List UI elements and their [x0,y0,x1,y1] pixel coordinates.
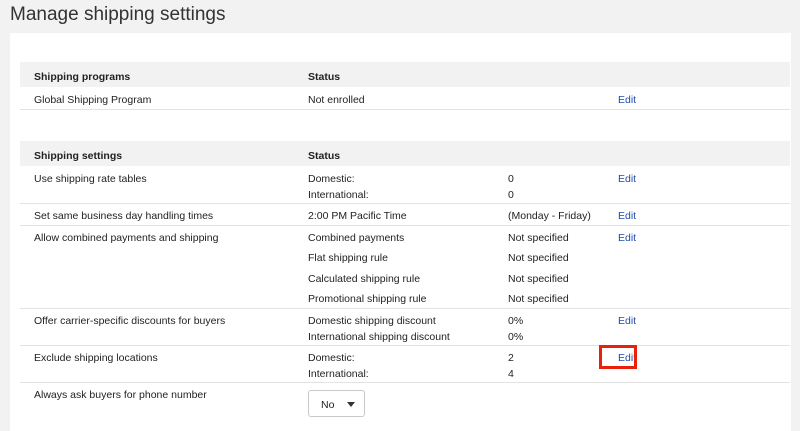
setting-name: Set same business day handling times [34,210,214,222]
setting-name: Allow combined payments and shipping [34,232,219,244]
setting-name: Exclude shipping locations [34,352,158,364]
setting-name: Offer carrier-specific discounts for buy… [34,315,226,327]
setting-name: Always ask buyers for phone number [34,389,207,401]
setting-label: 2:00 PM Pacific Time [308,210,407,222]
setting-label: International: [308,368,369,380]
setting-label: Calculated shipping rule [308,273,421,285]
edit-highlight-box [599,345,637,369]
setting-value: 4 [508,368,514,380]
programs-header: Shipping programs Status [20,62,790,87]
edit-combined-link[interactable]: Edit [618,232,636,244]
setting-label: International shipping discount [308,331,450,343]
table-row: Use shipping rate tables Domestic: 0 Edi… [20,166,790,204]
settings-header-status: Status [308,150,341,162]
setting-value: Not specified [508,273,569,285]
setting-value: Not specified [508,252,569,264]
programs-header-status: Status [308,71,341,83]
setting-value: 0 [508,189,514,201]
page-title: Manage shipping settings [10,4,226,25]
settings-panel: Shipping programs Status Global Shipping… [10,33,791,431]
setting-value: (Monday - Friday) [508,210,591,222]
table-row: Offer carrier-specific discounts for buy… [20,309,790,346]
setting-value: Not specified [508,293,569,305]
setting-label: Domestic: [308,352,355,364]
program-status: Not enrolled [308,94,365,106]
table-row: Always ask buyers for phone number No [20,383,790,428]
table-row: Exclude shipping locations Domestic: 2 E… [20,346,790,383]
chevron-down-icon [347,402,355,407]
settings-header-name: Shipping settings [34,150,123,162]
edit-handling-link[interactable]: Edit [618,210,636,222]
setting-value: 0 [508,173,514,185]
edit-rate-tables-link[interactable]: Edit [618,173,636,185]
settings-header: Shipping settings Status [20,141,790,166]
setting-value: 0% [508,315,524,327]
table-row: Global Shipping Program Not enrolled Edi… [20,87,790,110]
programs-header-name: Shipping programs [34,71,131,83]
phone-number-select[interactable]: No [308,390,365,417]
table-row: Set same business day handling times 2:0… [20,204,790,226]
setting-label: Promotional shipping rule [308,293,427,305]
setting-label: International: [308,189,369,201]
phone-number-select-value: No [321,399,335,411]
edit-global-shipping-link[interactable]: Edit [618,94,636,106]
setting-name: Use shipping rate tables [34,173,147,185]
setting-value: Not specified [508,232,569,244]
setting-label: Domestic: [308,173,355,185]
setting-value: 2 [508,352,514,364]
setting-label: Domestic shipping discount [308,315,436,327]
setting-label: Flat shipping rule [308,252,388,264]
table-row: Allow combined payments and shipping Com… [20,226,790,309]
program-name: Global Shipping Program [34,94,152,106]
edit-carrier-link[interactable]: Edit [618,315,636,327]
setting-value: 0% [508,331,524,343]
setting-label: Combined payments [308,232,405,244]
